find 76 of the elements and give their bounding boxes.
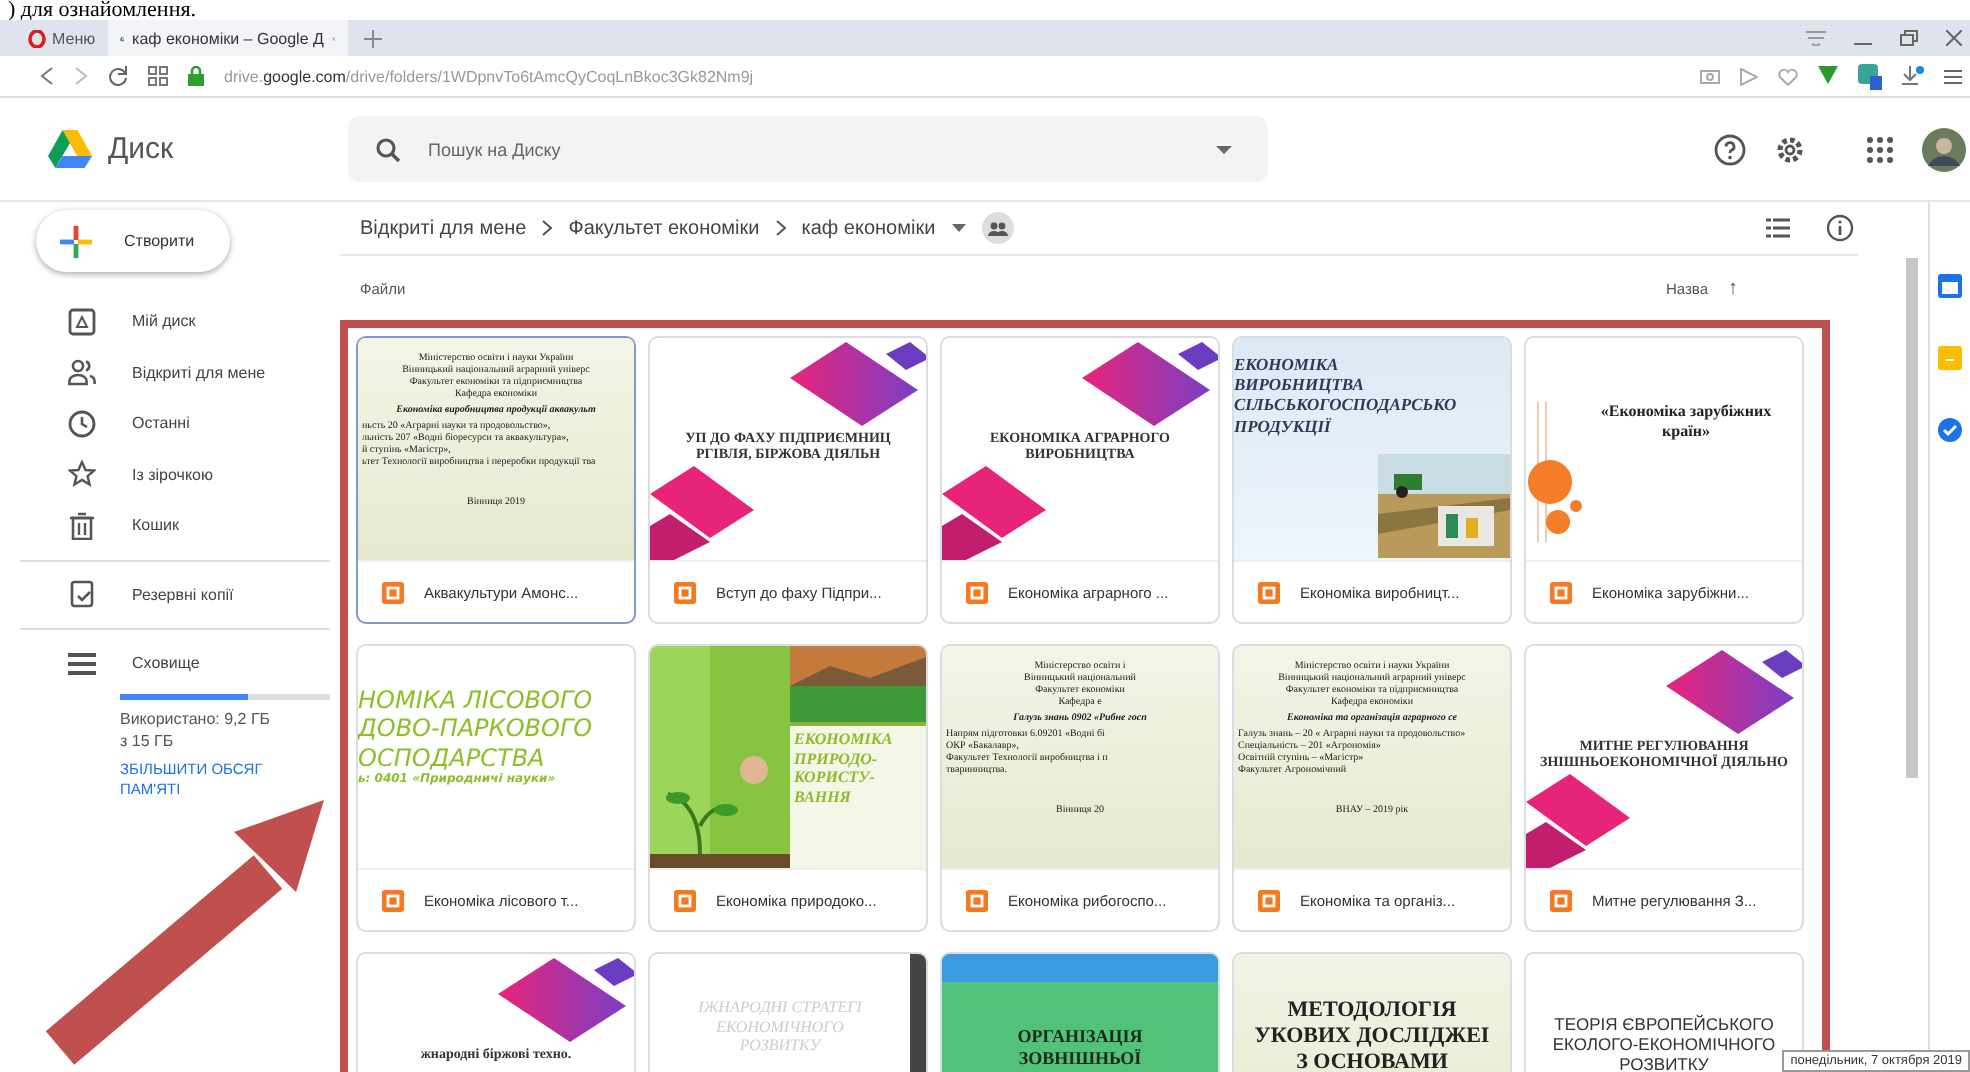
download-arrow-icon[interactable] [1818,66,1838,86]
chevron-right-icon [775,220,786,236]
list-view-icon[interactable] [1766,218,1790,238]
app-title: Диск [108,132,174,166]
address-field[interactable]: drive.google.com/drive/folders/1WDpnvTo6tAmcQyCoqLnBkoc3Gk82Nm9j [224,67,754,85]
slide-text: ОРГАНІЗАЦІЯ ЗОВНІШНЬОЇ [1015,1024,1145,1070]
file-card[interactable]: МЕТОДОЛОГІЯ УКОВИХ ДОСЛІДЖЕІ З ОСНОВАМИ [1232,952,1512,1072]
lock-icon [188,66,204,86]
avatar[interactable] [1922,127,1966,171]
shared-folder-icon[interactable] [981,212,1014,244]
slides-icon [674,889,696,911]
sidebar-item[interactable]: Сховище [0,638,340,689]
dropdown-icon[interactable] [951,224,966,232]
breadcrumb-link[interactable]: Відкриті для мене [360,217,527,239]
back-icon[interactable] [40,66,54,86]
storage-usage: Використано: 9,2 ГБ з 15 ГБ [120,707,273,751]
circles-drawing [1526,402,1586,542]
storage-icon [68,651,96,676]
sidebar-item[interactable]: Резервні копії [0,569,340,620]
sidebar-item[interactable]: Мій диск [0,296,340,347]
sort-arrow[interactable]: ↑ [1728,277,1738,299]
search-field[interactable]: Пошук на Диску [348,116,1268,182]
document-text: ) для ознайомлення. [6,0,197,20]
check-circle-icon[interactable] [1938,418,1962,442]
settings-icon[interactable] [1774,133,1806,165]
chevron-right-icon [542,220,553,236]
help-icon[interactable] [1714,133,1746,165]
reload-icon[interactable] [108,66,128,86]
slides-icon [382,889,404,911]
slides-icon [1258,581,1280,603]
people-icon [68,358,96,387]
browser-tab[interactable]: каф економіки – Google Д [107,20,348,56]
settings-icon[interactable] [1944,67,1962,85]
breadcrumb-link[interactable]: каф економіки [801,217,936,239]
send-icon[interactable] [1740,67,1758,85]
slides-icon [966,581,988,603]
slides-icon [1550,581,1572,603]
backup-icon [68,580,96,609]
trash-icon [68,511,96,540]
slides-icon [966,889,988,911]
create-button[interactable]: Створити [36,210,230,272]
file-card[interactable] [356,336,636,624]
slides-icon [674,581,696,603]
slide-text: «Економіка зарубіжних країн» [1598,402,1774,441]
star-icon [68,460,96,489]
search-icon[interactable] [376,138,400,162]
heart-icon[interactable] [1778,67,1798,85]
slide-text: ЕКОНОМІКА ПРИРОДО- КОРИСТУ- ВАННЯ [794,730,893,807]
sidebar-item[interactable]: Із зірочкою [0,449,340,500]
drive-logo-icon [48,130,92,168]
scrollbar-thumb[interactable] [1906,258,1918,778]
new-tab-icon[interactable] [363,29,382,47]
restore-icon[interactable] [1900,30,1918,46]
download-icon[interactable] [1902,66,1924,86]
apps-icon[interactable] [1866,135,1894,163]
grid-icon[interactable] [148,66,168,86]
opera-logo-icon [28,29,46,47]
dropdown-icon[interactable] [1216,146,1232,154]
breadcrumb-link[interactable]: Факультет економіки [568,217,760,239]
sidebar-item[interactable]: Останні [0,398,340,449]
drive-icon [68,307,96,336]
menu-button[interactable]: Меню [28,29,96,47]
calendar-icon[interactable] [1938,274,1962,298]
slides-icon [1550,889,1572,911]
file-card[interactable]: ОРГАНІЗАЦІЯ ЗОВНІШНЬОЇ [940,952,1220,1072]
slides-icon [1258,889,1280,911]
sidebar-item[interactable]: Відкриті для мене [0,347,340,398]
info-icon[interactable] [1826,214,1854,242]
plus-icon [60,225,92,257]
sidebar-item[interactable]: Кошик [0,500,340,551]
extension-icon[interactable] [1858,63,1882,89]
slide-text: ЕКОНОМІКА ВИРОБНИЦТВА СІЛЬСЬКОГОСПОДАРСЬКО ПРОДУКЦІЇ [1234,352,1459,436]
close-icon[interactable] [1946,30,1962,46]
slides-icon [382,581,404,603]
camera-icon[interactable] [1700,68,1720,84]
clock-icon [68,409,96,438]
